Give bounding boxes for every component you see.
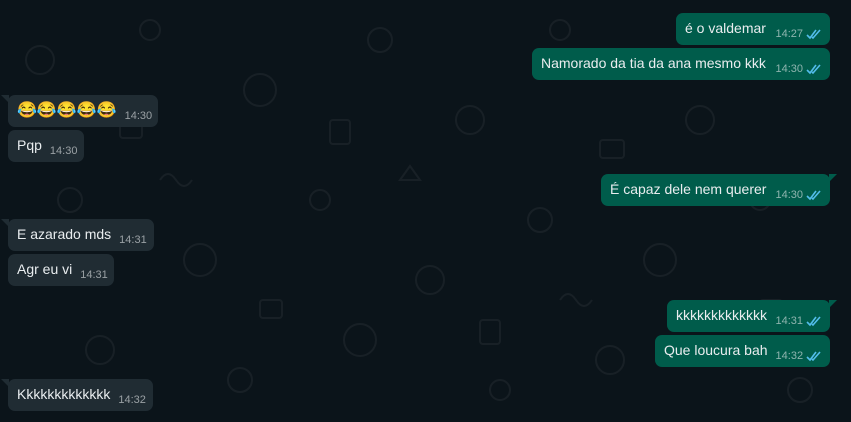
- message-text: Que loucura bah: [664, 342, 768, 358]
- message-text: E azarado mds: [17, 226, 112, 242]
- message-meta: 14:30: [125, 110, 153, 122]
- message-time: 14:32: [118, 394, 146, 406]
- message-text: é o valdemar: [685, 20, 766, 36]
- double-check-icon: [806, 28, 822, 40]
- message-time: 14:30: [775, 63, 803, 75]
- outgoing-message[interactable]: é o valdemar 14:27: [676, 13, 830, 45]
- message-meta: 14:30: [50, 145, 78, 157]
- message-meta: 14:31: [80, 269, 108, 281]
- message-time: 14:30: [775, 189, 803, 201]
- message-text: É capaz dele nem querer: [610, 181, 767, 197]
- outgoing-message[interactable]: Que loucura bah 14:32: [655, 335, 830, 367]
- double-check-icon: [806, 63, 822, 75]
- incoming-message[interactable]: Pqp 14:30: [8, 130, 84, 162]
- message-text: Agr eu vi: [17, 261, 73, 277]
- message-text: Pqp: [17, 137, 42, 153]
- outgoing-message[interactable]: Namorado da tia da ana mesmo kkk 14:30: [532, 48, 830, 80]
- message-meta: 14:30: [775, 189, 822, 201]
- incoming-message[interactable]: 😂😂😂😂😂 14:30: [1, 95, 158, 127]
- message-text: 😂😂😂😂😂: [17, 102, 117, 119]
- message-meta: 14:31: [119, 234, 147, 246]
- message-meta: 14:27: [775, 28, 822, 40]
- message-meta: 14:32: [776, 350, 823, 362]
- incoming-message[interactable]: Kkkkkkkkkkkkk 14:32: [1, 379, 153, 411]
- message-time: 14:30: [124, 110, 153, 122]
- message-time: 14:31: [775, 315, 803, 327]
- outgoing-message[interactable]: kkkkkkkkkkkkk 14:31: [667, 300, 837, 332]
- message-meta: 14:30: [775, 63, 822, 75]
- outgoing-message[interactable]: É capaz dele nem querer 14:30: [601, 174, 837, 206]
- double-check-icon: [806, 350, 822, 362]
- double-check-icon: [806, 189, 822, 201]
- message-time: 14:27: [775, 28, 803, 40]
- message-text: Namorado da tia da ana mesmo kkk: [541, 55, 766, 71]
- message-time: 14:31: [80, 269, 108, 281]
- message-time: 14:31: [119, 234, 147, 246]
- double-check-icon: [806, 315, 822, 327]
- message-text: Kkkkkkkkkkkkk: [17, 386, 111, 402]
- message-text: kkkkkkkkkkkkk: [676, 307, 767, 323]
- message-meta: 14:31: [775, 315, 822, 327]
- message-time: 14:32: [775, 350, 804, 362]
- message-time: 14:30: [49, 145, 78, 157]
- incoming-message[interactable]: Agr eu vi 14:31: [8, 254, 114, 286]
- incoming-message[interactable]: E azarado mds 14:31: [1, 219, 154, 251]
- message-meta: 14:32: [118, 394, 146, 406]
